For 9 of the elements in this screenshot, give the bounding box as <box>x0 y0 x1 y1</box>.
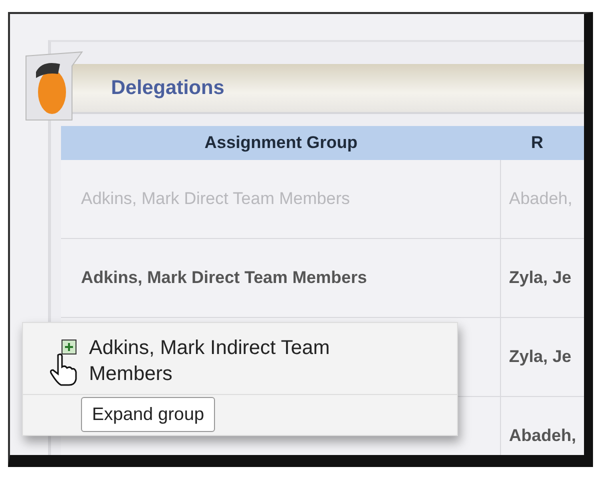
tooltip: Expand group <box>81 397 216 432</box>
table-cell: Abadeh, <box>501 160 584 238</box>
table-cell: Zyla, Je <box>501 239 584 317</box>
table-cell: Zyla, Je <box>501 318 584 396</box>
panel-title: Delegations <box>111 76 224 100</box>
table-cell: Adkins, Mark Direct Team Members <box>61 160 501 238</box>
group-name: Adkins, Mark Indirect Team Members <box>88 336 331 387</box>
table-cell: Abadeh, <box>501 397 584 455</box>
table-cell: Adkins, Mark Direct Team Members <box>61 239 501 317</box>
